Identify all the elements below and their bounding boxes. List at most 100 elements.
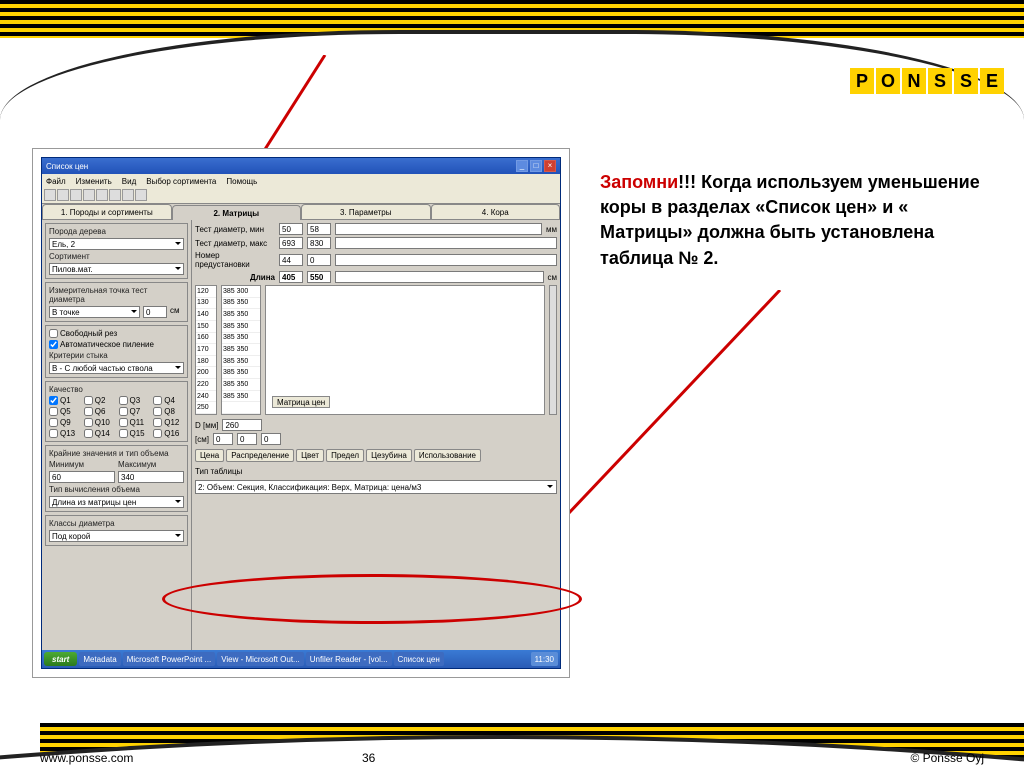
start-button[interactable]: start (44, 652, 77, 666)
close-button[interactable]: × (544, 160, 556, 172)
btab-limit[interactable]: Предел (326, 449, 364, 462)
task-item[interactable]: Metadata (79, 652, 120, 666)
bval1[interactable]: 0 (213, 433, 233, 445)
scrollbar-v[interactable] (549, 285, 557, 415)
q1-check[interactable]: Q1 (49, 396, 80, 405)
q2-check[interactable]: Q2 (84, 396, 115, 405)
btab-use[interactable]: Использование (414, 449, 481, 462)
menu-file[interactable]: Файл (46, 177, 66, 186)
toolbar-button[interactable] (44, 189, 56, 201)
ponsse-logo: P O N S S E (850, 68, 1004, 94)
tab-bark[interactable]: 4. Кора (431, 204, 561, 219)
criteria-label: Критерии стыка (49, 351, 184, 360)
matrix-area[interactable]: Матрица цен (265, 285, 545, 415)
q15-check[interactable]: Q15 (119, 429, 150, 438)
test-diam-min-1[interactable]: 50 (279, 223, 303, 235)
btab-dist[interactable]: Распределение (226, 449, 294, 462)
annotation-text: Запомни!!! Когда используем уменьшение к… (600, 170, 1000, 271)
q11-check[interactable]: Q11 (119, 418, 150, 427)
preset-1[interactable]: 44 (279, 254, 303, 266)
toolbar-button[interactable] (109, 189, 121, 201)
test-diam-max-2[interactable]: 830 (307, 237, 331, 249)
menu-edit[interactable]: Изменить (76, 177, 112, 186)
task-item[interactable]: Unfiler Reader - [vol... (306, 652, 392, 666)
criteria-select[interactable]: В - С любой частью ствола (49, 362, 184, 374)
meas-label: Измерительная точка тест диаметра (49, 286, 184, 304)
diam-class-label: Классы диаметра (49, 519, 184, 528)
filler (335, 254, 557, 266)
annotation-red: Запомни (600, 172, 678, 192)
left-pane: Порода дерева Ель, 2 Сортимент Пилов.мат… (42, 220, 192, 650)
menu-help[interactable]: Помощь (226, 177, 257, 186)
autosaw-check[interactable]: Автоматическое пиление (49, 340, 184, 349)
menu-view[interactable]: Вид (122, 177, 136, 186)
task-item[interactable]: Список цен (394, 652, 444, 666)
species-select[interactable]: Ель, 2 (49, 238, 184, 250)
btab-cut[interactable]: Цезубина (366, 449, 412, 462)
filler (335, 271, 544, 283)
task-item[interactable]: View - Microsoft Out... (217, 652, 304, 666)
test-diam-min-label: Тест диаметр, мин (195, 225, 275, 234)
length-header: Длина (195, 273, 275, 282)
btab-color[interactable]: Цвет (296, 449, 324, 462)
d-input[interactable]: 260 (222, 419, 262, 431)
unit-cm: см (548, 273, 558, 282)
q12-check[interactable]: Q12 (153, 418, 184, 427)
content: Порода дерева Ель, 2 Сортимент Пилов.мат… (42, 220, 560, 650)
length-1[interactable]: 405 (279, 271, 303, 283)
q14-check[interactable]: Q14 (84, 429, 115, 438)
toolbar-button[interactable] (57, 189, 69, 201)
quality-group: Качество Q1 Q2 Q3 Q4 Q5 Q6 Q7 Q8 Q9 Q10 … (45, 381, 188, 442)
bval2[interactable]: 0 (237, 433, 257, 445)
tab-parameters[interactable]: 3. Параметры (301, 204, 431, 219)
test-diam-min-2[interactable]: 58 (307, 223, 331, 235)
meas-unit: см (170, 306, 184, 318)
species-group: Порода дерева Ель, 2 Сортимент Пилов.мат… (45, 223, 188, 279)
q9-check[interactable]: Q9 (49, 418, 80, 427)
d-label: D [мм] (195, 421, 218, 430)
meas-value[interactable]: 0 (143, 306, 167, 318)
task-item[interactable]: Microsoft PowerPoint ... (123, 652, 215, 666)
q16-check[interactable]: Q16 (153, 429, 184, 438)
q10-check[interactable]: Q10 (84, 418, 115, 427)
min-input[interactable]: 60 (49, 471, 115, 483)
length-col-labels[interactable]: 120 130 140 150 160 170 180 200 220 240 … (195, 285, 217, 415)
q8-check[interactable]: Q8 (153, 407, 184, 416)
tab-species[interactable]: 1. Породы и сортименты (42, 204, 172, 219)
taskbar: start Metadata Microsoft PowerPoint ... … (42, 650, 560, 668)
bval3[interactable]: 0 (261, 433, 281, 445)
diam-class-select[interactable]: Под корой (49, 530, 184, 542)
meas-select[interactable]: В точке (49, 306, 140, 318)
q4-check[interactable]: Q4 (153, 396, 184, 405)
toolbar-button[interactable] (135, 189, 147, 201)
maximize-button[interactable]: □ (530, 160, 542, 172)
max-input[interactable]: 340 (118, 471, 184, 483)
q3-check[interactable]: Q3 (119, 396, 150, 405)
menu-select[interactable]: Выбор сортимента (146, 177, 216, 186)
toolbar-button[interactable] (96, 189, 108, 201)
table-type-select[interactable]: 2: Объем: Секция, Классификация: Верх, М… (195, 480, 557, 494)
filler (335, 237, 557, 249)
toolbar-button[interactable] (70, 189, 82, 201)
window-buttons: _ □ × (516, 160, 556, 172)
q7-check[interactable]: Q7 (119, 407, 150, 416)
freecut-check[interactable]: Свободный рез (49, 329, 184, 338)
toolbar-button[interactable] (83, 189, 95, 201)
length-col-values[interactable]: 385 300 385 350 385 350 385 350 385 350 … (221, 285, 261, 415)
matrix-button[interactable]: Матрица цен (272, 396, 330, 408)
minimize-button[interactable]: _ (516, 160, 528, 172)
q6-check[interactable]: Q6 (84, 407, 115, 416)
tray-clock[interactable]: 11:30 (531, 652, 558, 666)
tab-matrices[interactable]: 2. Матрицы (172, 205, 302, 220)
btab-price[interactable]: Цена (195, 449, 224, 462)
preset-2[interactable]: 0 (307, 254, 331, 266)
screenshot-frame: Список цен _ □ × Файл Изменить Вид Выбор… (32, 148, 570, 678)
toolbar-button[interactable] (122, 189, 134, 201)
test-diam-max-1[interactable]: 693 (279, 237, 303, 249)
q5-check[interactable]: Q5 (49, 407, 80, 416)
volume-type-select[interactable]: Длина из матрицы цен (49, 496, 184, 508)
min-label: Минимум (49, 460, 115, 469)
assort-select[interactable]: Пилов.мат. (49, 263, 184, 275)
length-2[interactable]: 550 (307, 271, 331, 283)
q13-check[interactable]: Q13 (49, 429, 80, 438)
